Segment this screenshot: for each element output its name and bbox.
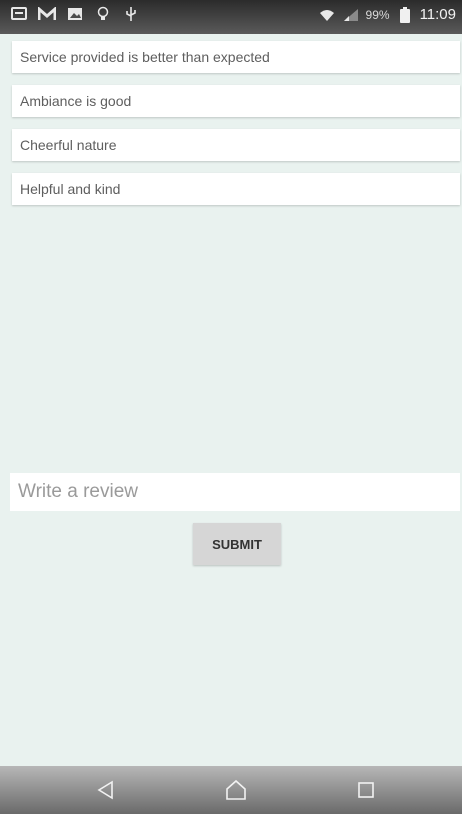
- feedback-option-label: Helpful and kind: [20, 181, 121, 197]
- feedback-option-helpful[interactable]: Helpful and kind: [12, 173, 460, 205]
- feedback-option-label: Service provided is better than expected: [20, 49, 270, 65]
- battery-percentage: 99%: [365, 7, 390, 22]
- submit-button[interactable]: SUBMIT: [193, 523, 281, 565]
- back-icon[interactable]: [86, 774, 126, 806]
- status-bar-left-icons: [10, 6, 140, 22]
- feedback-option-cheerful[interactable]: Cheerful nature: [12, 129, 460, 161]
- feedback-option-label: Cheerful nature: [20, 137, 117, 153]
- review-input[interactable]: [10, 473, 460, 511]
- feedback-option-service[interactable]: Service provided is better than expected: [12, 41, 460, 73]
- battery-icon: [396, 6, 414, 23]
- home-icon[interactable]: [216, 774, 256, 806]
- clock-time: 11:09: [419, 6, 456, 23]
- navigation-bar: [0, 766, 462, 814]
- feedback-option-label: Ambiance is good: [20, 93, 132, 109]
- usb-icon: [122, 6, 140, 22]
- feedback-options-list: Service provided is better than expected…: [12, 41, 460, 217]
- status-bar-right-icons: 99% 11:09: [318, 6, 456, 23]
- lightbulb-icon: [94, 6, 112, 22]
- gmail-icon: [38, 6, 56, 22]
- wifi-icon: [318, 7, 336, 23]
- status-bar: 99% 11:09: [0, 0, 462, 34]
- message-icon: [10, 6, 28, 22]
- feedback-option-ambiance[interactable]: Ambiance is good: [12, 85, 460, 117]
- signal-icon: [342, 7, 360, 23]
- image-icon: [66, 6, 84, 22]
- recents-icon[interactable]: [346, 774, 386, 806]
